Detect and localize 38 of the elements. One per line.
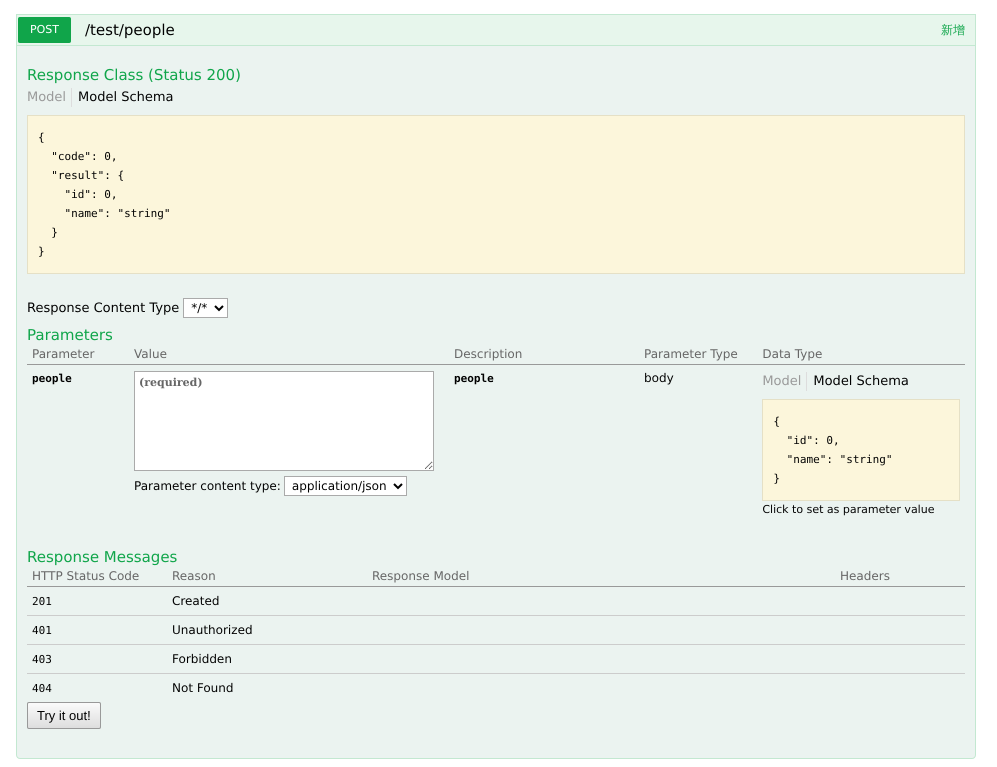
endpoint-path: /test/people bbox=[85, 21, 176, 39]
value-field[interactable]: (required) bbox=[134, 371, 434, 471]
reason-text: Created bbox=[172, 594, 220, 608]
field-label: Response Content Type bbox=[27, 300, 180, 316]
column-header: HTTP Status Code bbox=[27, 566, 167, 586]
column-header: Response Model bbox=[367, 566, 835, 586]
column-header: Reason bbox=[167, 566, 367, 586]
content-type-select[interactable]: application/json bbox=[284, 476, 407, 496]
column-header: Parameter Type bbox=[639, 344, 758, 364]
operation-header[interactable]: POST /test/people 新增 bbox=[17, 15, 975, 46]
reason-text: Unauthorized bbox=[172, 623, 253, 637]
column-header: Data Type bbox=[757, 344, 965, 364]
try-button[interactable]: Try it out! bbox=[27, 702, 101, 729]
status-code: 201 bbox=[32, 595, 52, 608]
status-code: 404 bbox=[32, 682, 52, 695]
method-badge: POST bbox=[18, 17, 71, 43]
field-label: Parameter content type: bbox=[134, 479, 281, 493]
section-title: Response Messages bbox=[27, 548, 178, 566]
status-code: 403 bbox=[32, 653, 52, 666]
content-type-select[interactable]: */* bbox=[183, 298, 228, 318]
schema-block[interactable]: { "id": 0, "name": "string" } bbox=[762, 399, 960, 501]
section-title: Parameters bbox=[27, 326, 114, 344]
column-header: Description bbox=[449, 344, 639, 364]
column-header: Headers bbox=[835, 566, 965, 586]
parameter-name: people bbox=[32, 372, 72, 385]
parameter-type: body bbox=[644, 371, 674, 385]
description-text: people bbox=[454, 372, 494, 385]
column-header: Parameter bbox=[27, 344, 129, 364]
schema-tab[interactable]: Model Schema bbox=[71, 88, 178, 107]
section-title: Response Class (Status 200) bbox=[27, 66, 242, 84]
schema-tab[interactable]: Model Schema bbox=[806, 372, 914, 391]
status-code: 401 bbox=[32, 624, 52, 637]
column-header: Value bbox=[129, 344, 449, 364]
reason-text: Forbidden bbox=[172, 652, 232, 666]
reason-text: Not Found bbox=[172, 681, 234, 695]
schema-block[interactable]: { "code": 0, "result": { "id": 0, "name": "string" } } bbox=[27, 115, 965, 274]
operation-summary: 新增 bbox=[941, 22, 965, 38]
hint-text: Click to set as parameter value bbox=[762, 503, 936, 516]
